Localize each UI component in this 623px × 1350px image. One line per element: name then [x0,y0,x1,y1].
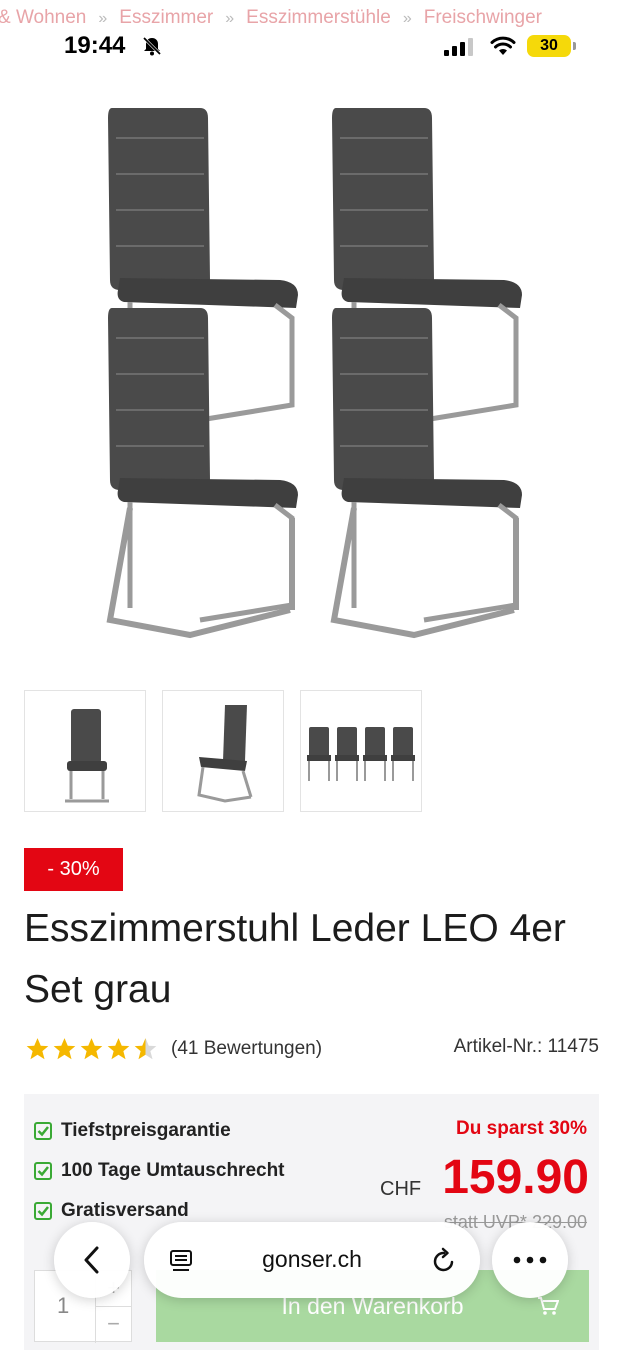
star-full-icon [80,1038,103,1060]
rating-stars [24,1036,159,1062]
browser-toolbar: gonser.ch [0,1212,623,1308]
more-button[interactable] [492,1222,568,1298]
bell-slash-icon [142,36,162,56]
star-full-icon [107,1038,130,1060]
signal-icon [444,38,473,56]
ellipsis-icon [513,1256,547,1264]
breadcrumb-item[interactable]: Esszimmerstühle [246,7,391,29]
star-full-icon [26,1038,49,1060]
breadcrumb-item[interactable]: Esszimmer [119,7,213,29]
savings-label: Du sparst 30% [456,1118,587,1139]
battery-icon: 30 [527,35,576,57]
usp-item: 100 Tage Umtauschrecht [34,1160,285,1182]
product-main-image[interactable] [80,90,550,650]
wifi-icon [490,36,516,55]
currency-label: CHF [380,1178,422,1200]
thumbnail-2[interactable] [162,690,284,812]
address-bar[interactable]: gonser.ch [144,1222,480,1298]
back-button[interactable] [54,1222,130,1298]
breadcrumb-item[interactable]: & Wohnen [0,7,86,29]
chevron-left-icon [84,1246,99,1274]
status-bar: 19:44 30 [0,30,623,66]
usp-label: 100 Tage Umtauschrecht [61,1160,285,1181]
star-half-icon [134,1038,157,1060]
product-title: Esszimmerstuhl Leder LEO 4er Set grau [24,907,566,1011]
status-time: 19:44 [64,32,126,59]
review-count-link[interactable]: (41 Bewertungen) [171,1038,322,1060]
thumbnail-3[interactable] [300,690,422,812]
rating[interactable]: (41 Bewertungen) [24,1036,322,1062]
reload-icon[interactable] [430,1247,458,1275]
thumbnail-1[interactable] [24,690,146,812]
chair-front-thumbnail-image [65,709,109,803]
check-icon [34,1122,52,1140]
chairs-set-thumbnail-image [307,727,415,781]
breadcrumb-separator: » [225,10,235,27]
breadcrumb-separator: » [98,10,108,27]
discount-badge: - 30% [24,848,123,891]
breadcrumb-separator: » [402,10,412,27]
article-number: Artikel-Nr.: 11475 [453,1036,599,1057]
usp-item: Tiefstpreisgarantie [34,1120,231,1142]
quantity-decrease-button[interactable]: − [95,1307,131,1343]
breadcrumb-item[interactable]: Freischwinger [424,7,542,29]
current-price: 159.90 [442,1151,589,1204]
star-full-icon [53,1038,76,1060]
usp-label: Tiefstpreisgarantie [61,1120,231,1141]
check-icon [34,1162,52,1180]
chair-side-thumbnail-image [197,705,253,803]
